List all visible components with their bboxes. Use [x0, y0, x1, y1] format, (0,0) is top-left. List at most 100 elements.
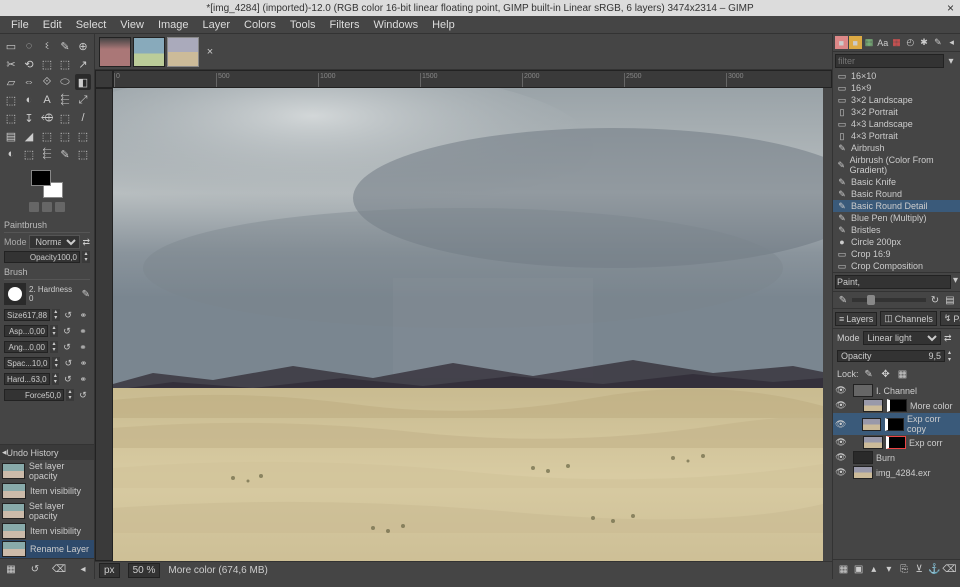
menu-file[interactable]: File — [4, 17, 36, 33]
swatch-icon[interactable] — [42, 202, 52, 212]
brush-preset-item[interactable]: ✎Airbrush (Color From Gradient) — [833, 154, 960, 176]
tab-icon[interactable]: ✱ — [918, 36, 931, 49]
tool-button[interactable]: ▭ — [3, 38, 19, 54]
spin-down[interactable]: ▾ — [948, 356, 956, 363]
tab-channels[interactable]: ◫Channels — [880, 311, 937, 326]
undo-item[interactable]: Item visibility — [0, 482, 94, 500]
tool-button[interactable]: ✂ — [3, 56, 19, 72]
menu-filters[interactable]: Filters — [323, 17, 367, 33]
layer-thumb[interactable] — [863, 436, 883, 449]
tool-button[interactable]: ⬚ — [21, 146, 37, 162]
force-slider[interactable]: Force50,0 — [4, 389, 64, 401]
vertical-ruler[interactable] — [95, 88, 113, 561]
layer-thumb[interactable] — [862, 418, 881, 431]
menu-edit[interactable]: Edit — [36, 17, 69, 33]
tool-button[interactable]: ⬱ — [39, 146, 55, 162]
size-slider[interactable]: Size617,88 — [4, 309, 50, 321]
lock-position-icon[interactable]: ✥ — [879, 367, 893, 381]
brush-preset-item[interactable]: ▭Crop Composition — [833, 260, 960, 272]
brush-preset-item[interactable]: ▭3×2 Landscape — [833, 94, 960, 106]
layer-thumb[interactable] — [853, 451, 873, 464]
tab-icon[interactable]: ▦ — [890, 36, 903, 49]
tab-icon[interactable]: ✎ — [931, 36, 944, 49]
undo-item[interactable]: Set layer opacity — [0, 500, 94, 522]
undo-item[interactable]: Set layer opacity — [0, 460, 94, 482]
tool-button[interactable]: ◐ — [21, 92, 37, 108]
tab-icon[interactable]: ■ — [835, 36, 848, 49]
layer-mask-thumb[interactable] — [885, 418, 904, 431]
brush-preset-item[interactable]: ✎Bristles — [833, 224, 960, 236]
spin-down[interactable]: ▾ — [82, 257, 90, 263]
layer-mask-thumb[interactable] — [887, 399, 907, 412]
new-group-icon[interactable]: ▣ — [852, 563, 865, 576]
menu-icon[interactable]: ▤ — [944, 294, 956, 306]
layer-thumb[interactable] — [853, 384, 873, 397]
layer-row[interactable]: 👁img_4284.exr — [833, 465, 960, 480]
tool-button[interactable]: ⬚ — [3, 110, 19, 126]
merge-down-icon[interactable]: ⊻ — [913, 563, 926, 576]
layer-row[interactable]: 👁More color — [833, 398, 960, 413]
spin-up[interactable]: ▴ — [948, 349, 956, 356]
lock-alpha-icon[interactable]: ▦ — [896, 367, 910, 381]
tool-button[interactable]: ✎ — [57, 146, 73, 162]
menu-help[interactable]: Help — [425, 17, 462, 33]
canvas-image[interactable] — [113, 88, 823, 561]
tab-icon[interactable]: ■ — [849, 36, 862, 49]
mode-select[interactable]: Normal — [29, 235, 81, 249]
tool-button[interactable]: ◌ — [21, 38, 37, 54]
brush-preset-item[interactable]: ▯3×2 Portrait — [833, 106, 960, 118]
brush-preset-item[interactable]: ▯4×3 Portrait — [833, 130, 960, 142]
canvas-area[interactable] — [113, 88, 832, 561]
footer-reset-icon[interactable]: ↺ — [28, 562, 42, 576]
tab-paths[interactable]: ↯Paths — [940, 311, 960, 326]
swatch-icon[interactable] — [55, 202, 65, 212]
image-tab-active[interactable] — [167, 37, 199, 67]
tab-config-icon[interactable]: ◂ — [945, 36, 958, 49]
image-tab[interactable] — [99, 37, 131, 67]
undo-item[interactable]: Item visibility — [0, 522, 94, 540]
tool-button[interactable]: ⬚ — [75, 146, 91, 162]
layer-visibility-icon[interactable]: 👁 — [835, 418, 846, 430]
layer-opacity-slider[interactable]: Opacity 9,5 — [837, 350, 945, 362]
tool-button[interactable]: ⤢ — [75, 92, 91, 108]
refresh-icon[interactable]: ↻ — [929, 294, 941, 306]
menu-tools[interactable]: Tools — [283, 17, 323, 33]
footer-delete-icon[interactable]: ⌫ — [52, 562, 66, 576]
tool-button[interactable]: ⬚ — [57, 56, 73, 72]
brush-preset-item[interactable]: ▭Crop 16:9 — [833, 248, 960, 260]
layer-thumb[interactable] — [863, 399, 883, 412]
tab-icon[interactable]: ▦ — [863, 36, 876, 49]
swatch-icon[interactable] — [29, 202, 39, 212]
unit-selector[interactable]: px — [99, 563, 120, 578]
spacing-slider[interactable]: Spac...10,0 — [4, 357, 50, 369]
aspect-slider[interactable]: Asp...0,00 — [4, 325, 48, 337]
tool-button[interactable]: ⬚ — [39, 56, 55, 72]
menu-image[interactable]: Image — [151, 17, 196, 33]
tool-button[interactable]: / — [75, 110, 91, 126]
tool-button[interactable]: ⬚ — [75, 128, 91, 144]
tool-button[interactable]: ⬚ — [3, 92, 19, 108]
brush-zoom-slider[interactable] — [852, 298, 926, 302]
image-tab[interactable] — [133, 37, 165, 67]
brush-preset-item[interactable]: ✎Basic Round — [833, 188, 960, 200]
tool-button[interactable]: ⬱ — [57, 92, 73, 108]
foreground-color-swatch[interactable] — [31, 170, 51, 186]
opacity-slider[interactable]: Opacity 100,0 — [4, 251, 80, 263]
lower-layer-icon[interactable]: ▾ — [882, 563, 895, 576]
brush-preview-thumb[interactable] — [4, 283, 26, 305]
tool-button[interactable]: ⟲ — [21, 56, 37, 72]
tool-button[interactable]: ◐ — [3, 146, 19, 162]
zoom-selector[interactable]: 50 % — [128, 563, 161, 578]
brush-filter-input[interactable] — [835, 54, 944, 68]
layer-mode-select[interactable]: Linear light — [863, 331, 941, 345]
tab-icon[interactable]: Aa — [876, 36, 889, 49]
tool-button[interactable]: ⬭ — [57, 74, 73, 90]
layer-visibility-icon[interactable]: 👁 — [835, 385, 847, 397]
tab-layers[interactable]: ≡Layers — [835, 312, 877, 326]
mode-swap-icon[interactable]: ⇄ — [944, 333, 956, 344]
tool-button[interactable]: ⬚ — [39, 128, 55, 144]
layer-thumb[interactable] — [853, 466, 873, 479]
tool-button[interactable]: ◧ — [75, 74, 91, 90]
brush-preset-item[interactable]: ✎Basic Knife — [833, 176, 960, 188]
brush-preset-item[interactable]: ●Circle 200px — [833, 236, 960, 248]
